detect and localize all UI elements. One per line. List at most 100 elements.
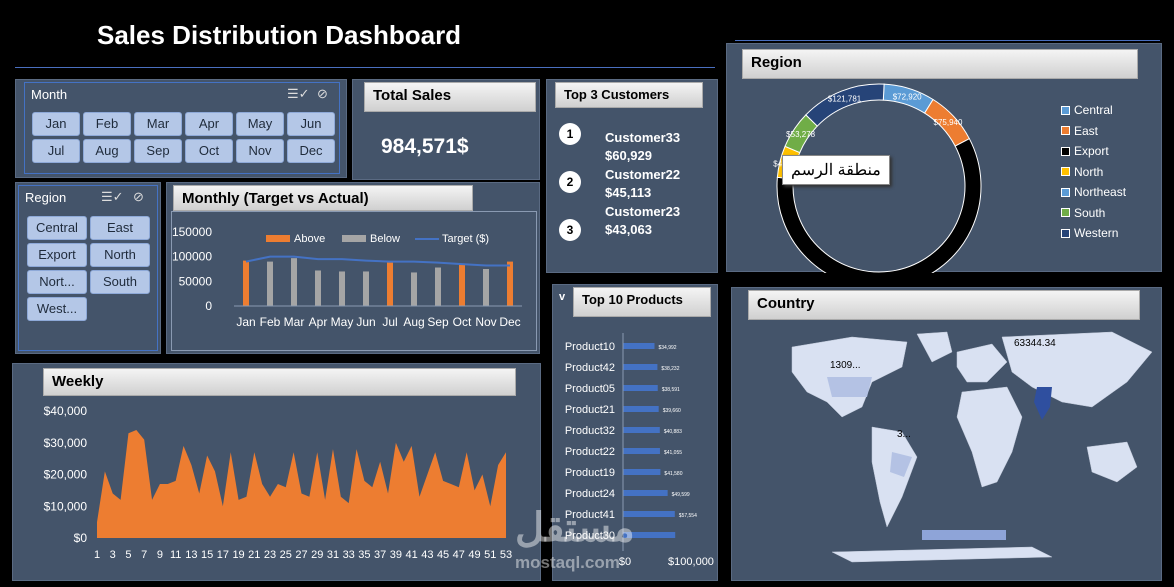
region-button-6[interactable]: West... [27,297,87,321]
month-button-mar[interactable]: Mar [134,112,182,136]
month-button-jun[interactable]: Jun [287,112,335,136]
clear-filter-icon[interactable]: ⊘ [317,86,328,102]
donut-data-label: $121,781 [828,95,862,104]
region-button-2[interactable]: Export [27,243,87,267]
product-label: Product32 [565,425,615,437]
product-value-label: $41,055 [664,450,682,456]
weekly-header: Weekly [43,368,516,396]
month-button-jul[interactable]: Jul [32,139,80,163]
europe-shape [956,343,1008,383]
legend-label: Western [1074,226,1119,240]
product-bar [623,406,659,412]
region-button-0[interactable]: Central [27,216,87,240]
monthly-ytick: 100000 [172,250,212,264]
product-value-label: $49,599 [672,492,690,498]
legend-swatch [1061,126,1070,135]
weekly-xtick: 51 [484,549,496,561]
month-button-sep[interactable]: Sep [134,139,182,163]
multi-select-icon[interactable]: ☰✓ [101,189,124,205]
weekly-chart: $40,000$30,000$20,000$10,000$01 3 5 7 9 11 13 1… [44,404,513,561]
multi-select-icon[interactable]: ☰✓ [287,86,310,102]
product-bar [623,490,668,496]
south-america-shape [871,426,918,528]
weekly-ytick: $20,000 [44,468,88,482]
region-button-3[interactable]: North [90,243,150,267]
map-label-3: 3... [897,429,911,440]
product-bar [623,469,661,475]
product-label: Product05 [565,383,615,395]
weekly-xtick: 31 [327,549,339,561]
month-slicer: Month ☰✓ ⊘ Jan Feb Mar Apr May Jun Jul Aug Sep Oc… [24,82,340,174]
donut-data-label: $53,278 [786,130,815,139]
product-label: Product21 [565,404,615,416]
month-button-oct[interactable]: Oct [185,139,233,163]
weekly-xtick: 37 [374,549,386,561]
monthly-bar-above [243,260,249,306]
month-button-apr[interactable]: Apr [185,112,233,136]
region-legend-item: Central [1061,103,1113,117]
weekly-xtick: 11 [170,549,181,561]
region-button-5[interactable]: South [90,270,150,294]
legend-label: North [1074,164,1104,179]
weekly-xtick: 19 [232,549,244,561]
monthly-bar-above [507,261,513,306]
monthly-xtick: Feb [260,315,281,329]
weekly-ytick: $0 [74,531,88,545]
month-button-may[interactable]: May [236,112,284,136]
monthly-chart-frame: 150000 100000 50000 0 Jan Feb Mar Apr May Jun Jul A… [171,211,537,351]
region-rule [735,40,1160,41]
legend-label: East [1074,123,1099,138]
weekly-xtick: 9 [157,549,163,561]
weekly-panel: Weekly $40,000 $30,000 $20,000 $10,000 $0 1 3 5… [12,363,541,581]
clear-filter-icon[interactable]: ⊘ [133,189,144,205]
weekly-ytick: $10,000 [44,499,88,513]
product-bar [623,427,660,433]
product-label: Product42 [565,362,615,374]
region-button-4[interactable]: Nort... [27,270,87,294]
product-value-label: $34,992 [658,345,676,351]
product-value-label: $38,591 [662,387,680,393]
monthly-xtick: Aug [403,315,424,329]
map-scale-bar [922,530,1006,540]
month-button-nov[interactable]: Nov [236,139,284,163]
legend-above-label: Above [294,233,325,245]
weekly-xtick: 49 [468,549,480,561]
dashboard-title: Sales Distribution Dashboard [97,20,462,50]
customer-amount: $60,929 [605,148,652,163]
weekly-xtick: 29 [311,549,323,561]
legend-below-label: Below [370,233,400,245]
region-slicer-title: Region [25,190,67,205]
product-label: Product24 [565,488,615,500]
greenland-shape [916,331,953,363]
monthly-xtick: Nov [475,315,496,329]
weekly-xtick: 23 [264,549,276,561]
month-button-feb[interactable]: Feb [83,112,131,136]
customer-amount: $43,063 [605,222,652,237]
weekly-area [97,430,506,538]
top-customers-header: Top 3 Customers [555,82,703,108]
customer-name: Customer33 [605,130,681,145]
customer-name: Customer23 [605,204,681,219]
customer-amount: $45,113 [605,185,652,200]
month-button-aug[interactable]: Aug [83,139,131,163]
monthly-bar-above [387,262,393,306]
usa-shape [827,377,872,397]
monthly-xtick: Mar [284,315,305,329]
top-customers-panel: Top 3 Customers 1 Customer33 $60,929 2 Custo… [546,79,718,273]
plot-area-tooltip: منطقة الرسم [782,155,890,185]
region-legend-item: North [1061,165,1103,179]
region-slicer: Region ☰✓ ⊘ Central East Export North Nort..… [18,185,158,351]
products-xtick: $100,000 [668,556,714,568]
products-xtick: $0 [619,556,631,568]
weekly-xtick: 21 [248,549,260,561]
weekly-xtick: 43 [421,549,433,561]
legend-swatch [1061,167,1070,176]
monthly-xtick: Dec [499,315,520,329]
month-button-jan[interactable]: Jan [32,112,80,136]
region-button-1[interactable]: East [90,216,150,240]
products-header: Top 10 Products [573,287,711,317]
month-button-dec[interactable]: Dec [287,139,335,163]
customer-rank-badge: 3 [559,219,581,241]
map-label-1: 63344.34 [1014,338,1056,349]
weekly-xtick: 25 [280,549,292,561]
